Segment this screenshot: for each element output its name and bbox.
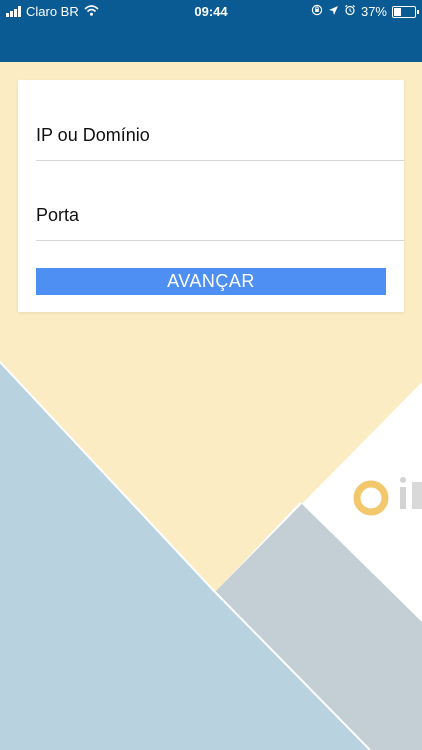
connection-form-card: AVANÇAR (18, 80, 404, 312)
battery-icon (392, 5, 419, 18)
nav-bar (0, 22, 422, 62)
port-input[interactable] (36, 205, 396, 226)
ip-field (36, 100, 404, 161)
status-right: 37% (311, 4, 419, 19)
battery-fill (394, 7, 401, 16)
orientation-lock-icon (311, 4, 323, 19)
advance-button[interactable]: AVANÇAR (36, 268, 386, 295)
location-icon (328, 4, 339, 19)
ip-domain-input[interactable] (36, 125, 396, 146)
battery-percent: 37% (360, 4, 387, 19)
status-bar: Claro BR 09:44 37% (0, 0, 422, 22)
port-field (36, 180, 404, 241)
alarm-icon (344, 4, 356, 19)
